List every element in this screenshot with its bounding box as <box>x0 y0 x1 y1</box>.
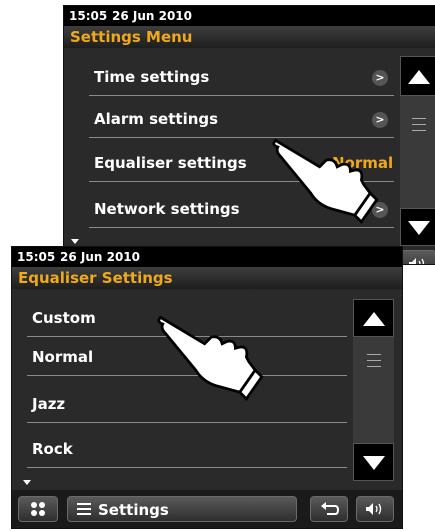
divider <box>89 95 394 96</box>
page-title: Settings Menu <box>64 26 435 48</box>
menu-item-alarm-settings[interactable]: Alarm settings > <box>64 100 394 140</box>
triangle-up-icon <box>363 312 385 326</box>
settings-menu-screen: 15:05 26 Jun 2010 Settings Menu Time set… <box>63 5 435 265</box>
grip-lines-icon <box>367 354 381 372</box>
equaliser-settings-screen: 15:05 26 Jun 2010 Equaliser Settings Cus… <box>11 246 403 529</box>
settings-button-label: Settings <box>98 501 169 519</box>
eq-option-label: Rock <box>32 440 73 458</box>
eq-option-label: Custom <box>32 309 96 327</box>
pointing-hand-icon <box>157 315 264 401</box>
status-date: 26 Jun 2010 <box>60 250 141 264</box>
page-title: Equaliser Settings <box>12 267 402 289</box>
menu-item-label: Network settings <box>94 200 240 218</box>
chevron-right-icon[interactable]: > <box>372 112 388 128</box>
home-button[interactable] <box>18 496 58 522</box>
volume-button[interactable] <box>400 250 435 264</box>
triangle-down-icon <box>408 221 430 235</box>
pointing-hand-icon <box>272 138 379 224</box>
scrollbar[interactable] <box>353 299 394 481</box>
more-below-icon <box>71 239 79 244</box>
status-time: 15:05 <box>69 9 108 23</box>
status-time: 15:05 <box>17 250 56 264</box>
back-button[interactable] <box>310 496 348 522</box>
chevron-right-icon[interactable]: > <box>372 70 388 86</box>
scroll-up-button[interactable] <box>400 56 435 96</box>
return-arrow-icon <box>321 502 339 515</box>
four-dots-icon <box>31 502 45 516</box>
bottom-toolbar: Settings <box>12 490 402 528</box>
speaker-icon <box>409 258 425 264</box>
scrollbar[interactable] <box>400 56 435 246</box>
menu-item-label: Alarm settings <box>94 110 219 128</box>
menu-item-label: Equaliser settings <box>94 154 247 172</box>
speaker-icon <box>366 503 382 515</box>
more-below-icon <box>23 480 31 485</box>
status-date: 26 Jun 2010 <box>112 9 193 23</box>
divider <box>27 422 347 423</box>
scroll-up-button[interactable] <box>353 299 394 337</box>
menu-item-time-settings[interactable]: Time settings > <box>64 58 394 98</box>
divider <box>27 467 347 468</box>
scroll-down-button[interactable] <box>400 208 435 246</box>
settings-menu-button[interactable]: Settings <box>67 496 297 522</box>
volume-button[interactable] <box>356 496 394 522</box>
eq-option-rock[interactable]: Rock <box>12 430 350 470</box>
menu-item-label: Time settings <box>94 68 210 86</box>
triangle-down-icon <box>363 456 385 470</box>
eq-option-label: Jazz <box>32 395 66 413</box>
eq-option-label: Normal <box>32 348 94 366</box>
status-bar: 15:05 26 Jun 2010 <box>12 247 402 267</box>
triangle-up-icon <box>408 70 430 84</box>
grip-lines-icon <box>412 118 426 136</box>
scroll-down-button[interactable] <box>353 443 394 481</box>
hamburger-icon <box>77 503 91 515</box>
status-bar: 15:05 26 Jun 2010 <box>64 6 435 26</box>
divider <box>89 227 394 228</box>
